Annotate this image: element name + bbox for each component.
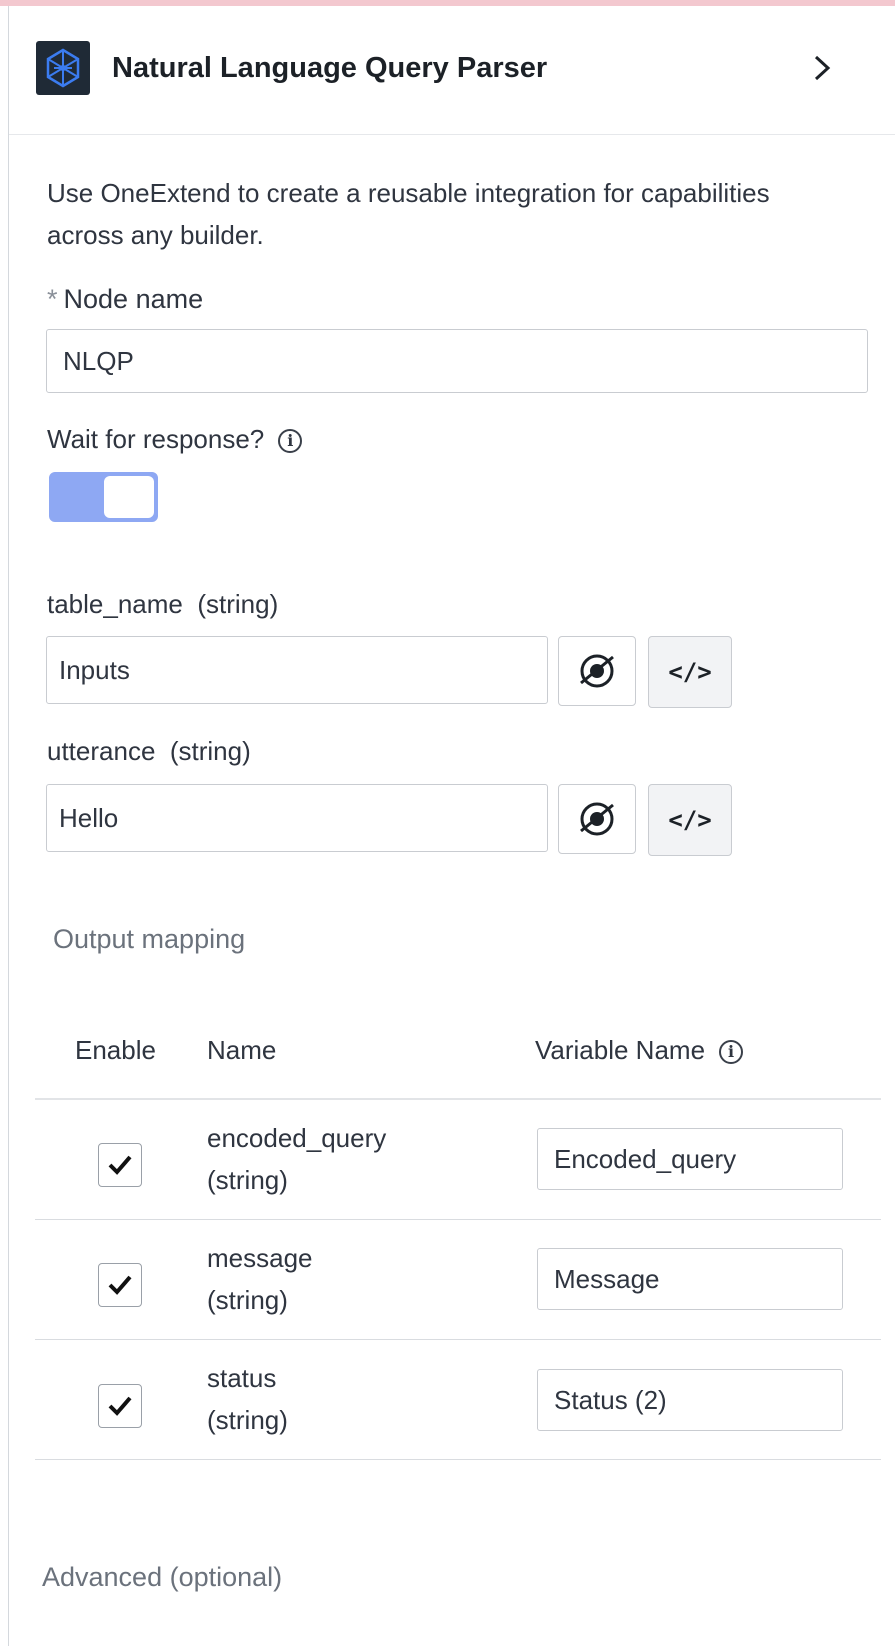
panel-title: Natural Language Query Parser — [112, 52, 548, 84]
code-icon: </> — [668, 806, 712, 834]
code-icon: </> — [668, 658, 712, 686]
output-name: status (string) — [207, 1357, 288, 1441]
panel-header: Natural Language Query Parser — [9, 6, 895, 135]
table-name-param: table_name — [47, 589, 183, 619]
utterance-label: utterance (string) — [47, 736, 251, 767]
wait-for-response-text: Wait for response? — [47, 424, 265, 454]
utterance-input[interactable]: Hello — [46, 784, 548, 852]
advanced-section-toggle[interactable]: Advanced (optional) — [42, 1562, 282, 1593]
output-field-type: (string) — [207, 1285, 288, 1315]
variable-picker-button[interactable] — [558, 636, 636, 706]
row-divider — [35, 1219, 881, 1220]
output-field-type: (string) — [207, 1165, 288, 1195]
table-name-input[interactable]: Inputs — [46, 636, 548, 704]
wait-for-response-label: Wait for response? i — [47, 424, 303, 455]
node-name-input[interactable]: NLQP — [46, 329, 868, 393]
output-field-name: status — [207, 1363, 277, 1393]
wait-for-response-toggle[interactable] — [49, 472, 158, 522]
checkmark-icon — [108, 1155, 132, 1175]
output-field-name: encoded_query — [207, 1123, 387, 1153]
column-variable-name: Variable Name i — [535, 1035, 744, 1066]
target-icon — [580, 802, 614, 836]
utterance-param: utterance — [47, 736, 156, 766]
node-name-label-text: Node name — [63, 284, 204, 314]
code-editor-button[interactable]: </> — [648, 636, 732, 708]
table-header-divider — [35, 1098, 881, 1100]
enable-checkbox[interactable] — [98, 1384, 142, 1428]
enable-checkbox[interactable] — [98, 1143, 142, 1187]
variable-name-input[interactable]: Message — [537, 1248, 843, 1310]
checkmark-icon — [108, 1396, 132, 1416]
panel-description: Use OneExtend to create a reusable integ… — [47, 178, 770, 250]
enable-checkbox[interactable] — [98, 1263, 142, 1307]
column-name: Name — [207, 1035, 277, 1065]
checkmark-icon — [108, 1275, 132, 1295]
code-editor-button[interactable]: </> — [648, 784, 732, 856]
column-enable: Enable — [75, 1035, 156, 1065]
output-field-type: (string) — [207, 1405, 288, 1435]
variable-picker-button[interactable] — [558, 784, 636, 854]
target-icon — [580, 654, 614, 688]
table-name-type: (string) — [197, 589, 279, 619]
column-variable-name-text: Variable Name — [535, 1035, 706, 1065]
panel-left-border — [8, 6, 9, 1646]
output-name: message (string) — [207, 1237, 313, 1321]
output-mapping-title: Output mapping — [53, 924, 246, 954]
row-divider — [35, 1339, 881, 1340]
variable-name-input[interactable]: Status (2) — [537, 1369, 843, 1431]
row-divider — [35, 1459, 881, 1460]
info-icon[interactable]: i — [719, 1040, 744, 1065]
info-icon[interactable]: i — [278, 429, 303, 454]
node-name-label: * Node name — [47, 284, 203, 315]
output-name: encoded_query (string) — [207, 1117, 386, 1201]
variable-name-input[interactable]: Encoded_query — [537, 1128, 843, 1190]
table-name-label: table_name (string) — [47, 589, 278, 620]
hexagon-network-icon — [36, 41, 90, 95]
output-field-name: message — [207, 1243, 313, 1273]
utterance-type: (string) — [169, 736, 251, 766]
chevron-right-icon[interactable] — [807, 50, 837, 86]
toggle-knob — [104, 476, 154, 518]
required-asterisk: * — [47, 284, 58, 314]
